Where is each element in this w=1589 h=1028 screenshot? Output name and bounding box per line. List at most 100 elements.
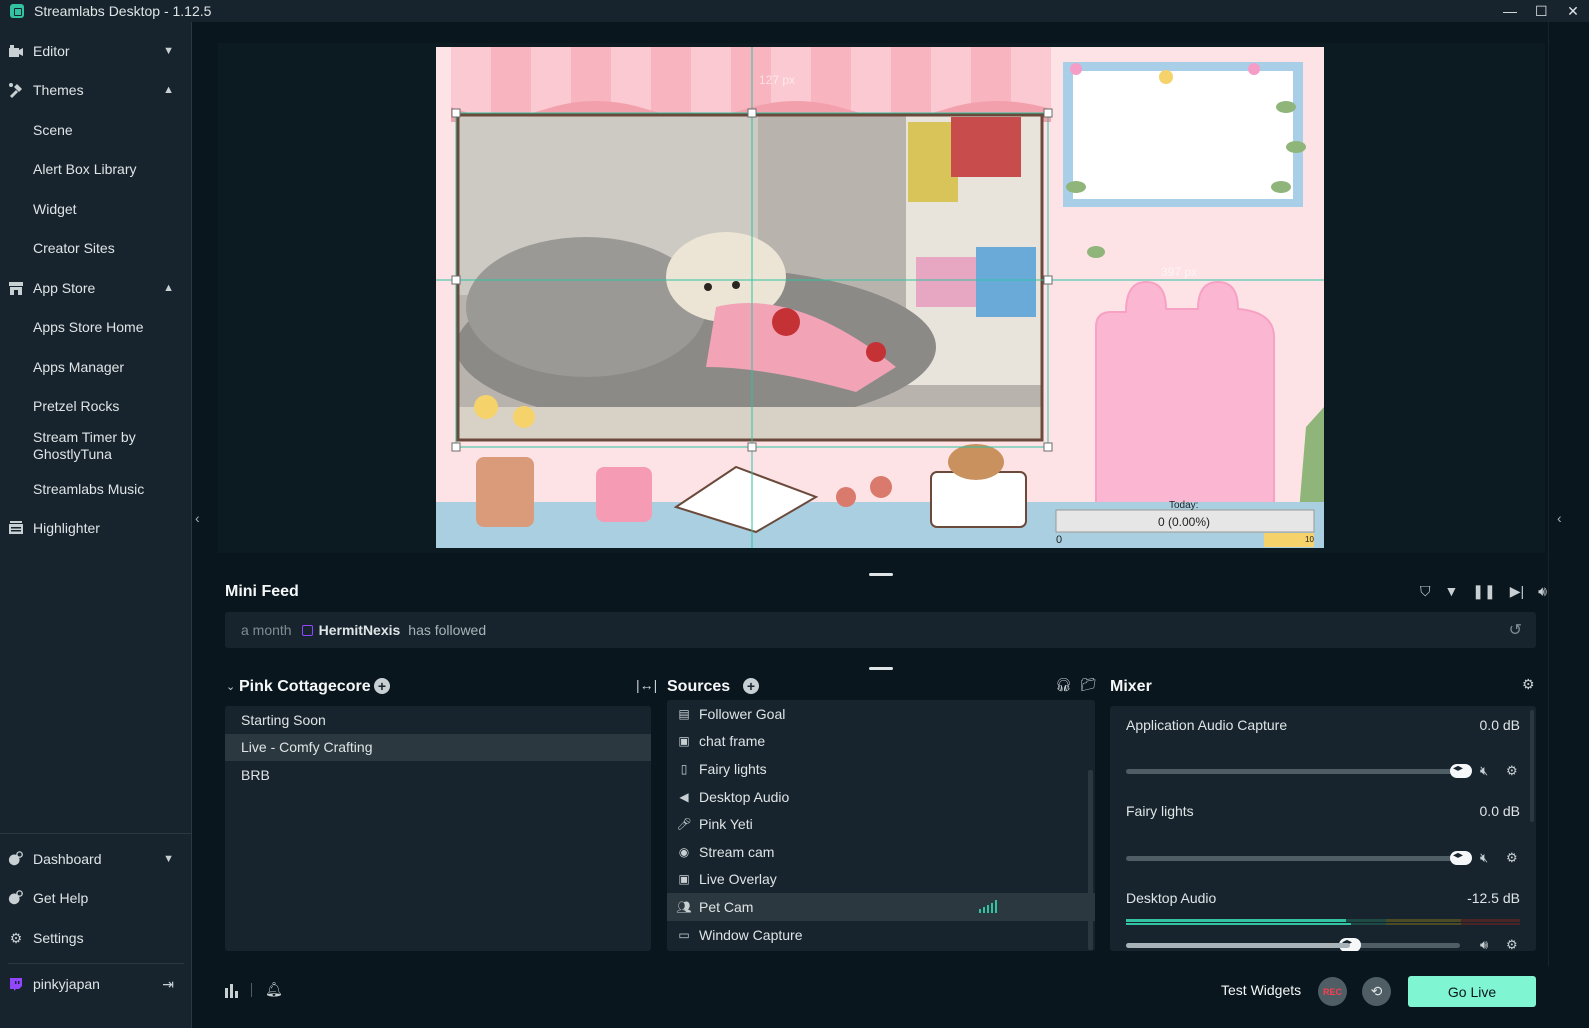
minimize-button[interactable]: — (1503, 3, 1517, 19)
volume-slider[interactable] (1126, 850, 1472, 865)
sidebar-item-label: Themes (33, 82, 84, 98)
sidebar-item-widget[interactable]: Widget (0, 192, 192, 226)
source-item[interactable]: ▣ chat frame (667, 728, 1095, 756)
close-button[interactable]: ✕ (1567, 3, 1579, 20)
sidebar-item-label: Alert Box Library (33, 161, 137, 177)
source-item[interactable]: ▤ Follower Goal (667, 700, 1095, 728)
chevron-down-icon[interactable]: ▼ (163, 45, 174, 57)
pause-icon[interactable]: ❚❚ (1472, 583, 1495, 600)
record-button[interactable]: REC (1318, 977, 1347, 1006)
sidebar-item-editor[interactable]: Editor ▼ (0, 34, 192, 68)
sidebar-item-creator-sites[interactable]: Creator Sites (0, 231, 192, 265)
add-folder-icon[interactable]: 📁︎ (1080, 677, 1097, 693)
replay-buffer-button[interactable]: ⟲ (1362, 977, 1391, 1006)
footer-bar (210, 966, 1565, 1028)
sidebar-item-label: Pretzel Rocks (33, 398, 120, 414)
chevron-down-icon[interactable]: ▼ (163, 853, 174, 865)
resize-handle[interactable] (869, 667, 893, 670)
image-icon: ▣ (678, 734, 690, 749)
highlighter-icon (8, 520, 24, 536)
skip-icon[interactable]: ▶| (1510, 583, 1524, 600)
expand-dock-icon[interactable]: ‹ (1557, 510, 1562, 526)
scenes-list: Starting Soon Live - Comfy Crafting BRB (225, 706, 651, 951)
chevron-up-icon[interactable]: ▲ (163, 84, 174, 96)
mixer-scrollbar[interactable] (1530, 710, 1534, 822)
app-store-icon (8, 280, 24, 296)
source-label: Live Overlay (699, 871, 777, 888)
stream-preview-canvas[interactable]: 127 px 397 px Today: 0 (0.00%) 0 10 (436, 47, 1324, 548)
sidebar-user[interactable]: pinkyjapan ⇥ (0, 967, 192, 1001)
sidebar-item-themes[interactable]: Themes ▲ (0, 73, 192, 107)
footer-divider (251, 983, 252, 997)
scene-item[interactable]: Starting Soon (225, 706, 651, 734)
signal-bars-icon (979, 899, 997, 914)
volume-slider-knob[interactable] (1450, 763, 1472, 778)
scene-transitions-icon[interactable]: |↔| (636, 677, 657, 693)
sidebar-item-app-store[interactable]: App Store ▲ (0, 271, 192, 305)
sidebar-item-alert-box-library[interactable]: Alert Box Library (0, 152, 192, 186)
go-live-button[interactable]: Go Live (1408, 976, 1536, 1007)
volume-icon[interactable]: 🔊︎ (1538, 583, 1547, 600)
sidebar-item-scene[interactable]: Scene (0, 113, 192, 147)
sidebar-item-label: Widget (33, 201, 77, 217)
sidebar-item-get-help[interactable]: Get Help (0, 881, 192, 915)
sidebar-item-streamlabs-music[interactable]: Streamlabs Music (0, 472, 192, 506)
source-item[interactable]: ▯ Fairy lights (667, 755, 1095, 783)
performance-icon[interactable] (225, 982, 239, 998)
mixer-channel-db: -12.5 dB (1467, 890, 1520, 906)
volume-slider-knob[interactable] (1450, 850, 1472, 865)
speaker-icon[interactable]: 🔊︎ (1480, 937, 1488, 951)
gear-icon[interactable]: ⚙ (1506, 850, 1518, 866)
minifeed-title: Mini Feed (225, 583, 299, 600)
feed-event: a month HermitNexis has followed ↺ (225, 612, 1536, 648)
sidebar-item-settings[interactable]: ⚙ Settings (0, 921, 192, 955)
source-item-active[interactable]: 👥︎ Pet Cam (667, 893, 1095, 921)
sidebar-item-dashboard[interactable]: Dashboard ▼ (0, 842, 192, 876)
logout-icon[interactable]: ⇥ (162, 976, 174, 993)
source-item[interactable]: 🎤︎ Pink Yeti (667, 810, 1095, 838)
test-widgets-button[interactable]: Test Widgets (1221, 982, 1301, 998)
add-scene-icon[interactable]: + (374, 678, 390, 694)
sidebar-item-highlighter[interactable]: Highlighter (0, 511, 192, 545)
shield-icon[interactable]: ⛉ (1420, 583, 1431, 600)
sidebar-item-stream-timer[interactable]: Stream Timer by GhostlyTuna (0, 426, 170, 466)
event-user: HermitNexis (318, 622, 401, 638)
chevron-up-icon[interactable]: ▲ (163, 282, 174, 294)
source-label: Follower Goal (699, 705, 786, 722)
source-item[interactable]: ▣ Live Overlay (667, 866, 1095, 894)
scene-collection-title[interactable]: Pink Cottagecore (239, 678, 371, 696)
mixer-channel-db: 0.0 dB (1479, 717, 1520, 733)
sidebar-item-apps-store-home[interactable]: Apps Store Home (0, 310, 192, 344)
replay-icon: ⟲ (1370, 983, 1383, 999)
goal-max: 10 (1305, 535, 1314, 544)
maximize-button[interactable]: ☐ (1535, 3, 1548, 20)
filter-icon[interactable]: ▼ (1444, 583, 1458, 600)
file-icon: ▯ (680, 761, 688, 776)
collapse-sidebar-icon[interactable]: ‹ (195, 510, 200, 526)
goal-value: 0 (0.00%) (1158, 515, 1211, 529)
volume-slider[interactable] (1126, 763, 1472, 778)
goal-min: 0 (1056, 534, 1063, 546)
goal-today-label: Today: (1169, 500, 1199, 511)
sidebar-item-label: Get Help (33, 890, 89, 906)
gear-icon[interactable]: ⚙ (1506, 763, 1518, 779)
resize-handle[interactable] (869, 573, 893, 576)
sidebar-item-apps-manager[interactable]: Apps Manager (0, 350, 192, 384)
scene-item-active[interactable]: Live - Comfy Crafting (225, 733, 651, 761)
add-source-icon[interactable]: + (743, 678, 759, 694)
audio-settings-icon[interactable]: 🎧︎ (1055, 677, 1072, 693)
source-item[interactable]: ◀ Desktop Audio (667, 783, 1095, 811)
refresh-icon[interactable]: ↺ (1509, 620, 1522, 640)
sources-scrollbar[interactable] (1088, 770, 1093, 950)
notifications-icon[interactable]: 🔔︎ (265, 981, 283, 998)
gear-icon[interactable]: ⚙ (1506, 937, 1518, 951)
gear-icon[interactable]: ⚙ (1522, 676, 1535, 693)
mute-icon[interactable]: 🔇︎ (1480, 763, 1488, 779)
chevron-down-icon[interactable]: ⌄ (226, 680, 235, 693)
source-item[interactable]: ▭ Window Capture (667, 921, 1095, 949)
mute-icon[interactable]: 🔇︎ (1480, 850, 1488, 866)
sidebar-item-label: Scene (33, 122, 73, 138)
source-item[interactable]: ◉ Stream cam (667, 838, 1095, 866)
scene-item[interactable]: BRB (225, 761, 651, 789)
sidebar-item-pretzel-rocks[interactable]: Pretzel Rocks (0, 389, 192, 423)
